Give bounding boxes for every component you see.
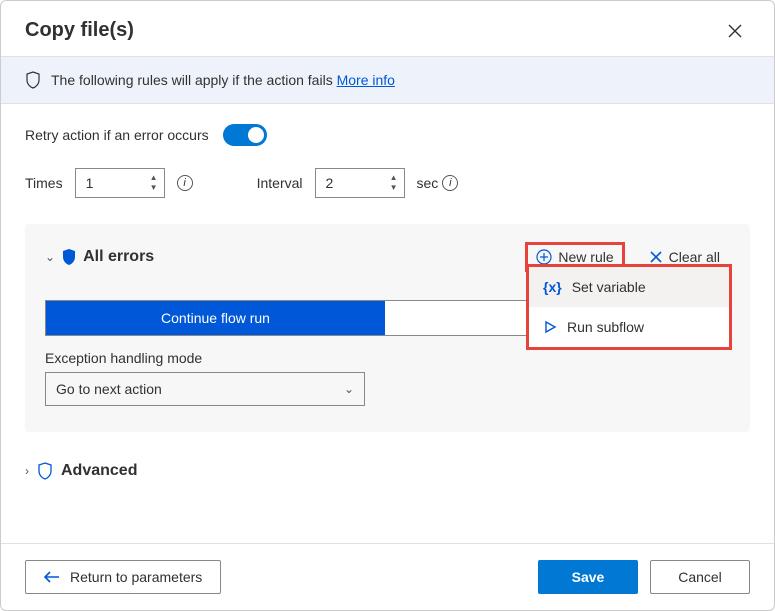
info-icon[interactable]: i — [442, 175, 458, 191]
errors-title: All errors — [83, 248, 154, 266]
clear-all-label: Clear all — [669, 249, 720, 265]
interval-unit: sec — [417, 175, 439, 191]
handling-value: Go to next action — [56, 381, 162, 397]
segment-continue[interactable]: Continue flow run — [46, 301, 385, 335]
set-variable-label: Set variable — [572, 279, 646, 295]
times-input[interactable]: 1 ▲ ▼ — [75, 168, 165, 198]
chevron-up-icon: ▲ — [150, 174, 158, 182]
errors-panel: ⌄ All errors New rule Clear all — [25, 224, 750, 432]
x-icon — [649, 250, 663, 264]
play-icon — [543, 320, 557, 334]
dialog-footer: Return to parameters Save Cancel — [1, 543, 774, 610]
retry-toggle[interactable] — [223, 124, 267, 146]
banner-text-content: The following rules will apply if the ac… — [51, 72, 337, 88]
chevron-down-icon: ▼ — [150, 184, 158, 192]
interval-spinner[interactable]: ▲ ▼ — [390, 174, 398, 192]
shield-filled-icon — [61, 248, 77, 266]
chevron-down-icon: ▼ — [390, 184, 398, 192]
close-icon — [728, 24, 742, 38]
retry-row: Retry action if an error occurs — [25, 124, 750, 146]
chevron-right-icon: › — [25, 464, 29, 478]
errors-panel-title-group[interactable]: ⌄ All errors — [45, 248, 154, 266]
chevron-up-icon: ▲ — [390, 174, 398, 182]
new-rule-menu: {x} Set variable Run subflow — [526, 264, 732, 350]
info-icon[interactable]: i — [177, 175, 193, 191]
dialog-body: Retry action if an error occurs Times 1 … — [1, 104, 774, 543]
menu-item-set-variable[interactable]: {x} Set variable — [529, 267, 729, 307]
braces-icon: {x} — [543, 279, 562, 295]
shield-outline-icon — [37, 462, 53, 480]
advanced-row[interactable]: › Advanced — [25, 462, 750, 480]
retry-label: Retry action if an error occurs — [25, 127, 209, 143]
dialog: Copy file(s) The following rules will ap… — [0, 0, 775, 611]
save-button[interactable]: Save — [538, 560, 638, 594]
menu-item-run-subflow[interactable]: Run subflow — [529, 307, 729, 347]
close-button[interactable] — [720, 20, 750, 42]
times-spinner[interactable]: ▲ ▼ — [150, 174, 158, 192]
new-rule-label: New rule — [558, 249, 613, 265]
interval-value: 2 — [326, 175, 390, 191]
shield-icon — [25, 71, 41, 89]
dialog-header: Copy file(s) — [1, 1, 774, 56]
times-label: Times — [25, 175, 63, 191]
interval-input[interactable]: 2 ▲ ▼ — [315, 168, 405, 198]
chevron-down-icon: ⌄ — [45, 250, 55, 264]
return-label: Return to parameters — [70, 569, 202, 585]
banner-text: The following rules will apply if the ac… — [51, 72, 395, 88]
advanced-title: Advanced — [61, 462, 137, 480]
info-banner: The following rules will apply if the ac… — [1, 56, 774, 104]
handling-select[interactable]: Go to next action ⌄ — [45, 372, 365, 406]
times-value: 1 — [86, 175, 150, 191]
chevron-down-icon: ⌄ — [344, 382, 354, 396]
handling-label: Exception handling mode — [45, 350, 730, 366]
dialog-title: Copy file(s) — [25, 19, 134, 42]
retry-params-row: Times 1 ▲ ▼ i Interval 2 ▲ ▼ seci — [25, 168, 750, 198]
return-button[interactable]: Return to parameters — [25, 560, 221, 594]
arrow-left-icon — [44, 571, 60, 583]
interval-label: Interval — [257, 175, 303, 191]
more-info-link[interactable]: More info — [337, 72, 395, 88]
plus-circle-icon — [536, 249, 552, 265]
footer-actions: Save Cancel — [538, 560, 750, 594]
cancel-button[interactable]: Cancel — [650, 560, 750, 594]
run-subflow-label: Run subflow — [567, 319, 644, 335]
